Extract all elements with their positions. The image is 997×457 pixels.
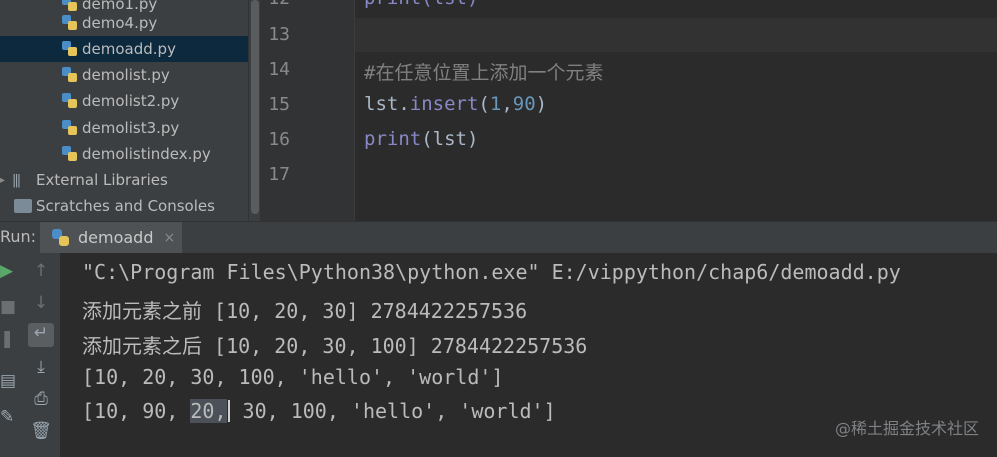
console-line-last: [10, 90, 20, 30, 100, 'hello', 'world']	[82, 399, 556, 423]
up-arrow-icon[interactable]: ↑	[30, 261, 52, 281]
code-line-12: print(lst)	[364, 0, 478, 9]
line-number: 16	[268, 129, 290, 150]
tree-item-demolist2[interactable]: demolist2.py	[0, 88, 248, 114]
tree-item-demolist3[interactable]: demolist3.py	[0, 115, 248, 141]
project-tree: demo1.py demo4.py demoadd.py demolist.py…	[0, 0, 248, 221]
text-cursor	[227, 400, 230, 422]
close-icon[interactable]: ×	[164, 230, 176, 246]
tree-item-scratches[interactable]: Scratches and Consoles	[0, 193, 248, 219]
line-number: 13	[268, 24, 290, 45]
code-token: 90	[512, 93, 536, 115]
library-icon: |||	[12, 172, 21, 188]
tree-item-label: demoadd.py	[82, 40, 176, 58]
code-line-15: lst.insert(1,90)	[364, 93, 547, 115]
tree-item-demolistindex[interactable]: demolistindex.py	[0, 141, 248, 167]
run-panel-header: Run: demoadd ×	[0, 221, 997, 254]
code-editor[interactable]: 12 13 14 15 16 17 print(lst) #在任意位置上添加一个…	[260, 0, 997, 221]
console-line: [10, 20, 30, 100, 'hello', 'world']	[82, 365, 504, 389]
tree-item-label: External Libraries	[36, 171, 168, 189]
python-file-icon	[62, 120, 78, 136]
code-line-14-comment: #在任意位置上添加一个元素	[364, 62, 604, 84]
pause-icon[interactable]: ❚	[0, 329, 14, 349]
current-line-highlight	[260, 18, 997, 52]
tree-item-label: demo4.py	[82, 14, 158, 32]
run-label: Run:	[0, 227, 37, 246]
tree-item-label: Scratches and Consoles	[36, 197, 215, 215]
run-tab-label: demoadd	[78, 228, 154, 247]
trash-icon[interactable]: 🗑	[30, 421, 52, 441]
python-file-icon	[62, 41, 78, 57]
stop-icon[interactable]: ■	[0, 297, 16, 317]
scratches-icon	[14, 199, 32, 213]
watermark: @稀土掘金技术社区	[834, 419, 979, 438]
tree-item-demolist[interactable]: demolist.py	[0, 62, 248, 88]
code-token: print	[364, 128, 422, 150]
tree-item-demoadd[interactable]: demoadd.py	[0, 36, 248, 62]
run-tab-demoadd[interactable]: demoadd ×	[40, 222, 182, 253]
code-token: ,	[501, 93, 513, 115]
print-icon[interactable]: ⎙	[30, 389, 52, 409]
soft-wrap-icon[interactable]: ↵	[28, 323, 54, 347]
python-icon	[52, 228, 70, 247]
code-line-16: print(lst)	[364, 128, 478, 150]
code-token: insert	[409, 93, 479, 115]
console-line: "C:\Program Files\Python38\python.exe" E…	[82, 260, 901, 284]
tree-item-label: demolistindex.py	[82, 145, 211, 163]
scrollbar-thumb[interactable]	[251, 0, 259, 214]
console-line: 添加元素之前 [10, 20, 30] 2784422257536	[82, 299, 528, 323]
python-file-icon	[62, 146, 78, 162]
console-text: 30, 100, 'hello', 'world']	[230, 399, 556, 423]
tree-item-demo4[interactable]: demo4.py	[0, 10, 248, 36]
tree-item-label: demolist2.py	[82, 92, 180, 110]
code-token: (	[478, 93, 490, 115]
console-line: 添加元素之后 [10, 20, 30, 100] 2784422257536	[82, 334, 588, 358]
tree-item-label: demolist.py	[82, 66, 170, 84]
expand-arrow-icon[interactable]: ▸	[0, 175, 5, 186]
code-token: lst.	[364, 93, 410, 115]
python-file-icon	[62, 15, 78, 31]
down-arrow-icon[interactable]: ↓	[30, 293, 52, 313]
line-number: 15	[268, 94, 290, 115]
code-token: (lst)	[421, 128, 479, 150]
line-number: 12	[260, 0, 290, 9]
python-file-icon	[62, 93, 78, 109]
scroll-to-end-icon[interactable]: ⤓	[30, 357, 52, 377]
code-token: )	[535, 93, 548, 115]
tree-item-external-libraries[interactable]: ▸ ||| External Libraries	[0, 167, 248, 193]
code-token: 1	[489, 93, 502, 115]
run-toolbar: ▶ ↑ ■ ↓ ❚ ↵ ⤓ ▤ ⎙ ✎ 🗑	[0, 253, 60, 457]
line-number: 17	[268, 164, 290, 185]
tree-item-label: demolist3.py	[82, 119, 180, 137]
python-file-icon	[62, 67, 78, 83]
text-selection: 20,	[190, 399, 227, 423]
layout-icon[interactable]: ▤	[0, 371, 16, 391]
line-number: 14	[268, 59, 290, 80]
pin-icon[interactable]: ✎	[0, 407, 14, 427]
rerun-icon[interactable]: ▶	[0, 261, 13, 281]
console-text: [10, 90,	[82, 399, 191, 423]
